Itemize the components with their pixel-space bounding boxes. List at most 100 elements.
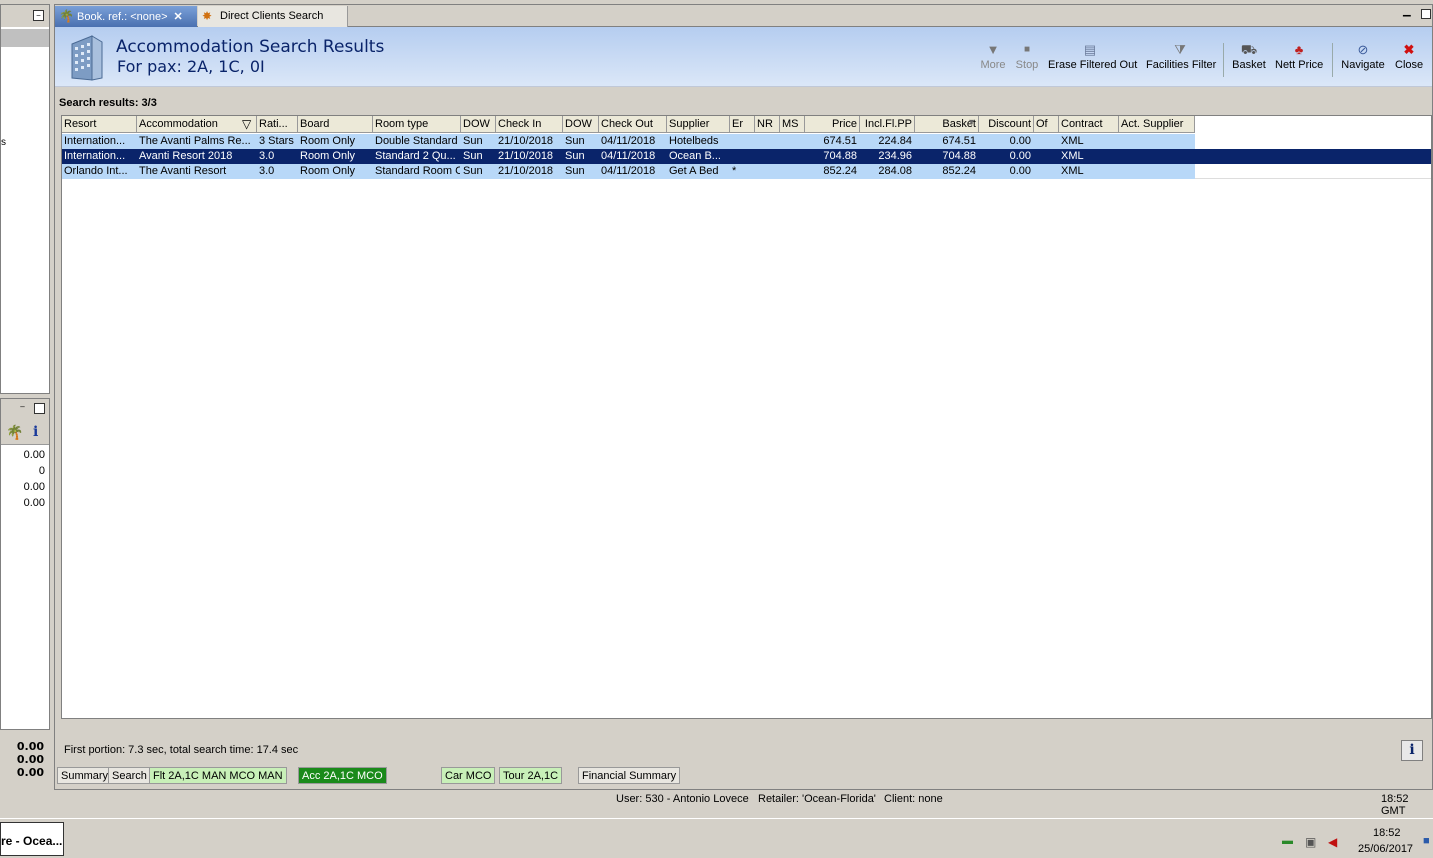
bottom-tab[interactable]: Acc 2A,1C MCO bbox=[298, 767, 387, 784]
table-cell: Sun bbox=[463, 135, 483, 147]
close-button[interactable]: ✖ Close bbox=[1395, 41, 1423, 71]
bottom-tab[interactable]: Car MCO bbox=[441, 767, 496, 784]
column-header[interactable]: Accommodation bbox=[137, 116, 257, 133]
bottom-tab[interactable]: Summary bbox=[57, 767, 113, 784]
column-header[interactable]: Of bbox=[1034, 116, 1059, 133]
column-header[interactable]: Er bbox=[730, 116, 755, 133]
table-row[interactable]: Internation... The Avanti Palms Re... 3 St… bbox=[62, 134, 1195, 149]
column-header[interactable]: Room type bbox=[373, 116, 461, 133]
column-header[interactable]: Supplier bbox=[667, 116, 730, 133]
table-cell: The Avanti Resort bbox=[139, 165, 227, 177]
more-button[interactable]: ▼ More bbox=[979, 41, 1007, 71]
table-cell: Sun bbox=[463, 150, 483, 162]
table-cell: Sun bbox=[565, 150, 585, 162]
table-cell: Standard Room C bbox=[375, 165, 461, 177]
side-text: s bbox=[1, 137, 6, 148]
navigate-button[interactable]: ⊘ Navigate bbox=[1341, 41, 1385, 71]
palm-tree-icon[interactable]: 🌴 bbox=[6, 424, 23, 441]
filter-icon: ⧩ bbox=[1174, 42, 1186, 57]
total-value: 0.00 bbox=[16, 753, 44, 766]
table-cell bbox=[1034, 149, 1059, 164]
taskbar-app-button[interactable]: re - Ocea... bbox=[0, 822, 64, 856]
column-header[interactable]: MS bbox=[780, 116, 805, 133]
table-cell bbox=[1119, 149, 1195, 164]
table-cell: 04/11/2018 bbox=[601, 165, 656, 177]
table-cell: 21/10/2018 bbox=[498, 150, 554, 162]
tab-booking[interactable]: 🌴 Book. ref.: <none> ✕ bbox=[55, 6, 197, 27]
monitor-icon[interactable]: ▣ bbox=[1305, 835, 1319, 849]
table-cell bbox=[1119, 164, 1195, 179]
column-header[interactable]: Discount bbox=[979, 116, 1034, 133]
table-cell: 852.24 bbox=[823, 165, 857, 177]
column-header[interactable]: Contract bbox=[1059, 116, 1119, 133]
table-cell bbox=[755, 164, 780, 179]
column-header[interactable]: Incl.Fl.PP bbox=[860, 116, 915, 133]
status-client: Client: none bbox=[884, 793, 943, 805]
bottom-tab[interactable]: Flt 2A,1C MAN MCO MAN bbox=[149, 767, 287, 784]
table-cell: XML bbox=[1061, 150, 1084, 162]
show-desktop-icon[interactable]: ■ bbox=[1423, 835, 1433, 847]
tab-direct-clients-search[interactable]: ✸ Direct Clients Search bbox=[198, 6, 348, 27]
minimize-icon[interactable]: ‒ bbox=[17, 402, 28, 413]
sort-desc-icon[interactable]: ▾ bbox=[969, 117, 974, 128]
page-title: Accommodation Search Results bbox=[116, 37, 385, 57]
bottom-tab[interactable]: Tour 2A,1C bbox=[499, 767, 563, 784]
column-header[interactable]: Resort bbox=[62, 116, 137, 133]
stop-icon: ■ bbox=[1023, 44, 1031, 55]
left-top-pane: − s bbox=[0, 4, 50, 394]
stop-button[interactable]: ■ Stop bbox=[1013, 41, 1041, 71]
basket-button[interactable]: ⛟ Basket bbox=[1231, 41, 1267, 71]
search-results-count: Search results: 3/3 bbox=[59, 97, 157, 109]
facilities-filter-button[interactable]: ⧩ Facilities Filter bbox=[1146, 41, 1216, 71]
nett-price-button[interactable]: ♣ Nett Price bbox=[1275, 41, 1323, 71]
results-header: Accommodation Search Results For pax: 2A… bbox=[55, 27, 1432, 87]
table-cell: XML bbox=[1061, 165, 1084, 177]
info-button[interactable]: i bbox=[1401, 740, 1423, 761]
table-cell: XML bbox=[1061, 135, 1084, 147]
close-icon[interactable]: ✕ bbox=[174, 10, 183, 23]
table-cell: 3.0 bbox=[259, 150, 275, 162]
column-header[interactable]: Check In bbox=[496, 116, 563, 133]
people-icon: ✸ bbox=[202, 9, 213, 23]
table-cell: 284.08 bbox=[878, 165, 912, 177]
info-icon[interactable]: i bbox=[33, 424, 38, 440]
maximize-icon[interactable] bbox=[34, 403, 45, 414]
table-cell bbox=[1034, 164, 1059, 179]
table-cell: Room Only bbox=[300, 150, 356, 162]
table-cell: Sun bbox=[565, 165, 585, 177]
column-filter-icon[interactable]: ▽ bbox=[242, 117, 251, 131]
table-cell: Double Standard bbox=[375, 135, 458, 147]
erase-filtered-out-button[interactable]: ▤ Erase Filtered Out bbox=[1048, 41, 1137, 71]
table-cell bbox=[730, 134, 755, 149]
column-header[interactable]: DOW bbox=[563, 116, 599, 133]
bottom-tab[interactable]: Search bbox=[108, 767, 151, 784]
table-cell: Sun bbox=[565, 135, 585, 147]
table-cell: 852.24 bbox=[942, 165, 976, 177]
column-header[interactable]: Board bbox=[298, 116, 373, 133]
column-header[interactable]: Act. Supplier bbox=[1119, 116, 1195, 133]
table-cell: 704.88 bbox=[823, 150, 857, 162]
close-icon: ✖ bbox=[1403, 42, 1415, 57]
basket-icon: ⛟ bbox=[1240, 42, 1258, 57]
table-cell: 0.00 bbox=[1009, 165, 1031, 177]
table-cell bbox=[730, 149, 755, 164]
status-retailer: Retailer: 'Ocean-Florida' bbox=[758, 793, 876, 805]
bottom-tab[interactable]: Financial Summary bbox=[578, 767, 681, 784]
column-header[interactable]: Rati... bbox=[257, 116, 298, 133]
column-header[interactable]: DOW bbox=[461, 116, 496, 133]
volume-muted-icon[interactable]: ◀ bbox=[1328, 835, 1342, 849]
column-header[interactable]: Check Out bbox=[599, 116, 667, 133]
summary-value: 0.00 bbox=[23, 481, 45, 493]
pax-subtitle: For pax: 2A, 1C, 0I bbox=[117, 57, 265, 76]
arrow-down-icon: ▼ bbox=[986, 42, 1000, 57]
column-header[interactable]: Price bbox=[805, 116, 860, 133]
column-header[interactable]: NR bbox=[755, 116, 780, 133]
minimize-icon[interactable]: − bbox=[33, 10, 44, 21]
minimize-icon[interactable]: ▁ bbox=[1403, 6, 1411, 17]
table-row[interactable]: Orlando Int... The Avanti Resort 3.0 Room O… bbox=[62, 164, 1195, 179]
network-icon[interactable]: ▬ bbox=[1282, 835, 1296, 847]
table-cell: 21/10/2018 bbox=[498, 165, 554, 177]
maximize-icon[interactable] bbox=[1421, 9, 1431, 19]
clock-date: 25/06/2017 bbox=[1358, 843, 1414, 855]
table-cell: Internation... bbox=[64, 150, 126, 162]
